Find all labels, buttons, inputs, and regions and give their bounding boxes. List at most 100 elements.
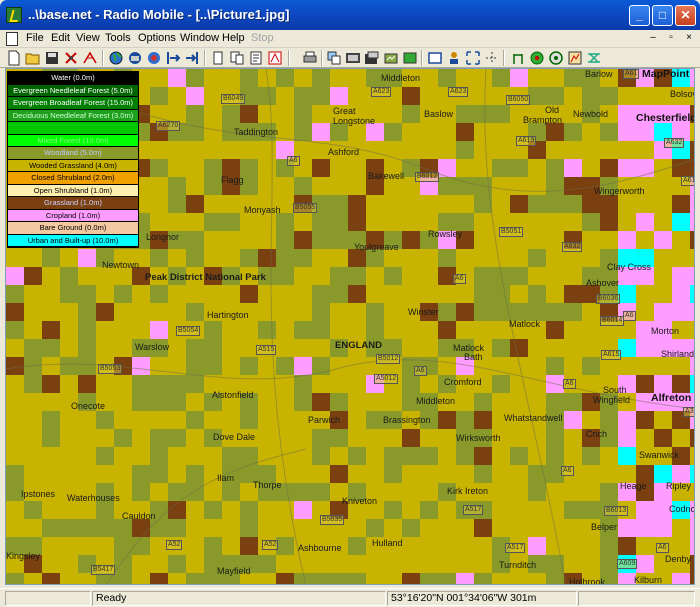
road-label: A615 [601,350,622,360]
rf-plot-icon[interactable] [529,50,545,66]
menu-stop[interactable]: Stop [251,32,274,44]
road-label: A632 [664,138,685,148]
place-label: Onecote [71,401,106,411]
measure-icon[interactable] [383,50,399,66]
map-properties-icon[interactable] [127,50,143,66]
menu-edit[interactable]: Edit [51,32,70,44]
road-label: A6270 [156,121,181,131]
menu-file[interactable]: File [26,32,44,44]
legend-item: Wooded Grassland (4.0m) [8,159,138,172]
place-label: MapPoint [642,68,690,80]
select-icon[interactable] [446,50,462,66]
place-label: Clay Cross [607,262,652,272]
place-label: Ilam [217,473,235,483]
menu-window[interactable]: Window [180,32,219,44]
place-label: Dove Dale [213,432,256,442]
place-label: Matlock [509,319,541,329]
globe-icon[interactable] [108,50,124,66]
picture-icon[interactable] [229,50,245,66]
world-map-icon[interactable] [146,50,162,66]
place-label: Ashover [586,278,620,288]
legend-item: Cropland (1.0m) [8,209,138,222]
legend-item: Evergreen Broadleaf Forest (15.0m) [8,97,138,110]
land-cover-icon[interactable] [402,50,418,66]
road-label: A6 [561,466,574,476]
route-icon[interactable] [567,50,583,66]
import-icon[interactable] [184,50,200,66]
place-label: Swanwick [639,450,680,460]
mdi-close-button[interactable]: × [682,32,696,45]
place-label: Morton [651,326,680,336]
road-label: A6 [623,311,636,321]
menu-tools[interactable]: Tools [105,32,131,44]
road-label: B5012 [376,354,401,364]
road-label: B5055 [293,203,318,213]
network-icon[interactable] [82,50,98,66]
place-label: Ashford [328,147,360,157]
road-label: A6 [656,543,669,553]
document-icon[interactable] [6,32,18,46]
menu-view[interactable]: View [76,32,100,44]
radio-mobile-app-icon[interactable] [6,7,22,23]
place-label: Winster [408,307,439,317]
legend-item: Evergreen Needleleaf Forest (5.0m) [8,84,138,97]
fit-icon[interactable] [345,50,361,66]
maximize-button[interactable]: □ [652,5,673,26]
menu-options[interactable]: Options [138,32,176,44]
print-icon[interactable] [302,50,318,66]
duplicate-icon[interactable] [326,50,342,66]
minimize-button[interactable]: _ [629,5,650,26]
place-label: Ripley [666,481,692,491]
polar-coverage-icon[interactable] [510,50,526,66]
copy-icon[interactable] [210,50,226,66]
place-label: Holbrook [569,577,606,585]
road-label: A6 [414,366,427,376]
road-label: B6014 [600,316,625,326]
road-label: B6012 [415,172,440,182]
place-label: Denby [665,554,692,564]
road-label: B5417 [91,565,116,575]
merge-icon[interactable] [267,50,283,66]
place-label: Codnor [669,504,694,514]
place-label: Great [333,106,356,116]
place-label: ENGLAND [335,340,382,351]
close-button[interactable]: ✕ [675,5,696,26]
mdi-restore-button[interactable]: ▫ [664,32,678,45]
open-icon[interactable] [25,50,41,66]
new-icon[interactable] [6,50,22,66]
place-label: Brassington [383,415,431,425]
place-label: Kirk Ireton [447,486,489,496]
unit-icon[interactable] [63,50,79,66]
road-label: A52 [262,540,279,550]
place-label: Cauldon [122,511,156,521]
zoom-icon[interactable] [364,50,380,66]
road-label: A515 [256,345,277,355]
legend-item: Mixed Forest (10.0m) [8,134,138,147]
place-label: Alstonfield [212,390,254,400]
road-label: B5053 [98,364,123,374]
place-label: Longstone [333,116,376,126]
save-icon[interactable] [44,50,60,66]
place-label: Newtown [102,260,140,270]
place-label: South [603,385,627,395]
fresnel-icon[interactable] [586,50,602,66]
picture-properties-icon[interactable] [248,50,264,66]
road-label: A623 [371,87,392,97]
road-label: A517 [505,543,526,553]
place-label: Baslow [424,109,454,119]
place-label: Kniveton [342,496,378,506]
cursor-coordinates: 53°16'20"N 001°34'06"W 301m [387,591,577,606]
cursor-icon[interactable] [427,50,443,66]
road-label: A6 [287,156,300,166]
place-label: Turnditch [499,560,537,570]
export-icon[interactable] [165,50,181,66]
radio-link-icon[interactable] [465,50,481,66]
place-label: Alfreton [651,392,692,404]
legend-item: Water (0.0m) [8,72,138,85]
status-text: Ready [92,591,386,606]
visual-icon[interactable] [548,50,564,66]
mdi-minimize-button[interactable]: – [646,32,660,45]
menu-help[interactable]: Help [222,32,245,44]
title-bar[interactable]: ..\base.net - Radio Mobile - [..\Picture… [0,0,700,30]
coverage-icon[interactable] [484,50,500,66]
